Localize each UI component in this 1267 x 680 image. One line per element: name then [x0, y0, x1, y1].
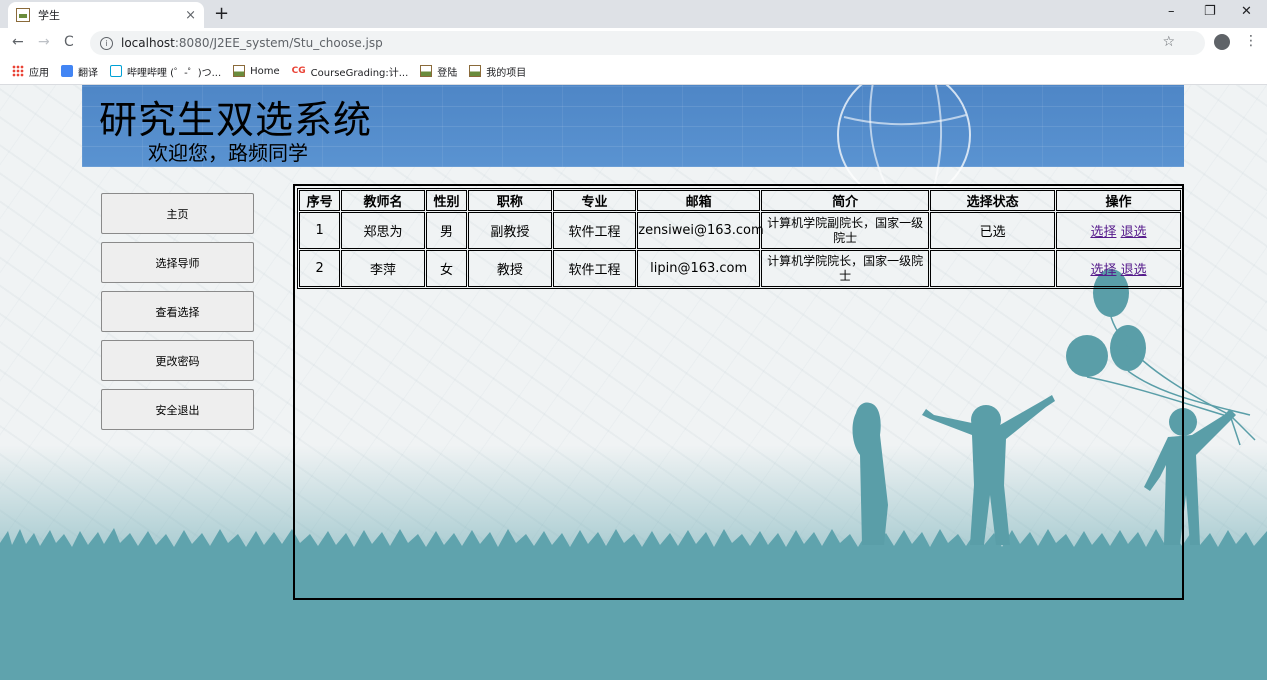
- cell-intro: 计算机学院副院长，国家一级院士: [761, 212, 930, 249]
- close-window-icon[interactable]: ✕: [1241, 4, 1252, 19]
- bookmark-label: Home: [250, 65, 280, 77]
- bookmark-bilibili[interactable]: 哔哩哔哩 (゜-゜)つ...: [110, 64, 221, 79]
- table-row: 2 李萍 女 教授 软件工程 lipin@163.com 计算机学院院长，国家一…: [299, 250, 1181, 287]
- bookmarks-bar: 应用 翻译 哔哩哔哩 (゜-゜)つ... Home CG CourseGradin…: [0, 58, 1267, 85]
- nav-choose-advisor-button[interactable]: 选择导师: [101, 242, 254, 283]
- browser-toolbar: ← → C i localhost:8080/J2EE_system/Stu_c…: [0, 28, 1267, 58]
- back-icon[interactable]: ←: [12, 34, 24, 50]
- image-icon: [469, 65, 482, 77]
- bookmark-label: 登陆: [437, 67, 458, 79]
- cell-name: 李萍: [341, 250, 425, 287]
- image-icon: [233, 65, 246, 77]
- col-header: 教师名: [341, 190, 425, 211]
- nav-change-password-button[interactable]: 更改密码: [101, 340, 254, 381]
- tab-close-icon[interactable]: ×: [185, 8, 196, 23]
- bookmark-label: 翻译: [78, 67, 98, 79]
- choose-link[interactable]: 选择: [1090, 225, 1116, 240]
- welcome-message: 欢迎您，路频同学: [148, 141, 308, 165]
- cell-status: 已选: [930, 212, 1056, 249]
- cell-name: 郑思为: [341, 212, 425, 249]
- bookmark-my-projects[interactable]: 我的项目: [469, 64, 526, 79]
- bilibili-icon: [110, 65, 122, 77]
- site-title: 研究生双选系统: [99, 98, 373, 142]
- col-header: 性别: [425, 190, 468, 211]
- cell-actions: 选择 退选: [1056, 250, 1181, 287]
- favicon-icon: [16, 8, 30, 22]
- cell-title: 副教授: [468, 212, 552, 249]
- sidebar-nav: 主页 选择导师 查看选择 更改密码 安全退出: [101, 193, 254, 438]
- minimize-icon[interactable]: –: [1168, 4, 1175, 19]
- content-frame: 序号 教师名 性别 职称 专业 邮箱 简介 选择状态 操作 1 郑思为 男 副教…: [293, 184, 1184, 600]
- restore-icon[interactable]: ❐: [1204, 4, 1216, 19]
- cell-major: 软件工程: [552, 250, 637, 287]
- cell-gender: 女: [425, 250, 468, 287]
- cell-title: 教授: [468, 250, 552, 287]
- header-banner: 研究生双选系统 欢迎您，路频同学: [82, 85, 1184, 187]
- bookmark-login[interactable]: 登陆: [420, 64, 457, 79]
- bookmark-label: CourseGrading:计...: [310, 67, 409, 79]
- table-row: 1 郑思为 男 副教授 软件工程 zensiwei@163.com 计算机学院副…: [299, 212, 1181, 249]
- cell-email: lipin@163.com: [637, 250, 761, 287]
- address-bar[interactable]: i localhost:8080/J2EE_system/Stu_choose.…: [90, 31, 1205, 55]
- translate-icon: [61, 65, 73, 77]
- apps-grid-icon: [12, 65, 24, 77]
- bookmark-translate[interactable]: 翻译: [61, 64, 98, 79]
- cell-actions: 选择 退选: [1056, 212, 1181, 249]
- col-header: 选择状态: [930, 190, 1056, 211]
- nav-logout-button[interactable]: 安全退出: [101, 389, 254, 430]
- forward-icon[interactable]: →: [38, 34, 50, 50]
- bookmark-label: 应用: [29, 67, 49, 79]
- cell-status: [930, 250, 1056, 287]
- menu-icon[interactable]: ⋮: [1244, 33, 1258, 49]
- tab-strip: 学生 × + – ❐ ✕: [0, 0, 1267, 28]
- withdraw-link[interactable]: 退选: [1121, 225, 1147, 240]
- col-header: 操作: [1056, 190, 1181, 211]
- col-header: 简介: [761, 190, 930, 211]
- profile-icon[interactable]: [1214, 34, 1230, 50]
- url-path: :8080/J2EE_system/Stu_choose.jsp: [174, 36, 383, 50]
- cell-no: 1: [299, 212, 341, 249]
- bookmark-label: 哔哩哔哩 (゜-゜)つ...: [127, 67, 222, 79]
- tab-title: 学生: [38, 9, 60, 22]
- bookmark-coursegrading[interactable]: CG CourseGrading:计...: [292, 64, 409, 79]
- cell-major: 软件工程: [552, 212, 637, 249]
- new-tab-icon[interactable]: +: [214, 3, 229, 24]
- page-body: 研究生双选系统 欢迎您，路频同学 主页 选择导师 查看选择 更改密码 安全退出 …: [0, 85, 1267, 680]
- cell-gender: 男: [425, 212, 468, 249]
- advisor-table: 序号 教师名 性别 职称 专业 邮箱 简介 选择状态 操作 1 郑思为 男 副教…: [297, 188, 1183, 289]
- nav-view-selection-button[interactable]: 查看选择: [101, 291, 254, 332]
- choose-link[interactable]: 选择: [1090, 263, 1116, 278]
- image-icon: [420, 65, 433, 77]
- browser-tab[interactable]: 学生 ×: [8, 2, 204, 28]
- beach-ball-illustration: [837, 85, 971, 187]
- col-header: 职称: [468, 190, 552, 211]
- nav-home-button[interactable]: 主页: [101, 193, 254, 234]
- table-header-row: 序号 教师名 性别 职称 专业 邮箱 简介 选择状态 操作: [299, 190, 1181, 211]
- bookmark-label: 我的项目: [486, 67, 527, 79]
- bookmark-star-icon[interactable]: ☆: [1162, 34, 1175, 50]
- coursegrading-icon: CG: [291, 66, 306, 76]
- bookmark-apps[interactable]: 应用: [12, 64, 49, 79]
- col-header: 专业: [552, 190, 637, 211]
- info-icon[interactable]: i: [100, 36, 113, 50]
- col-header: 邮箱: [637, 190, 761, 211]
- reload-icon[interactable]: C: [64, 34, 74, 50]
- col-header: 序号: [299, 190, 341, 211]
- withdraw-link[interactable]: 退选: [1121, 263, 1147, 278]
- bookmark-home[interactable]: Home: [233, 65, 280, 77]
- cell-intro: 计算机学院院长，国家一级院士: [761, 250, 930, 287]
- cell-no: 2: [299, 250, 341, 287]
- cell-email: zensiwei@163.com: [637, 212, 764, 249]
- url-host: localhost: [121, 36, 175, 50]
